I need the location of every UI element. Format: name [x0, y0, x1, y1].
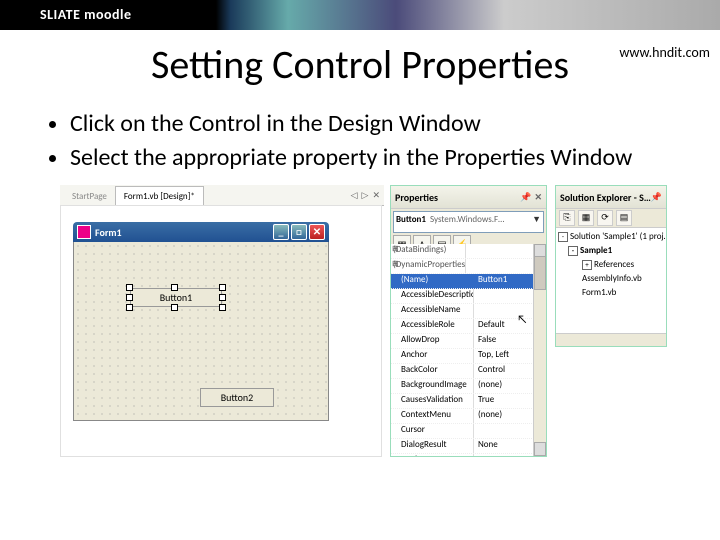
- slide-banner: SLIATE moodle: [0, 0, 720, 30]
- form-window-buttons: _ □ ✕: [273, 224, 325, 240]
- resize-handle[interactable]: [171, 304, 178, 311]
- resize-handle[interactable]: [219, 304, 226, 311]
- properties-scrollbar[interactable]: [533, 244, 546, 456]
- tree-solution[interactable]: -Solution 'Sample1' (1 proj…: [558, 230, 664, 244]
- close-icon[interactable]: ✕: [372, 190, 380, 201]
- tree-references[interactable]: +References: [558, 258, 664, 272]
- control-button2[interactable]: Button2: [200, 388, 274, 407]
- properties-panel: Properties 📌 ✕ Button1 System.Windows.F……: [390, 185, 547, 457]
- tab-startpage[interactable]: StartPage: [64, 187, 115, 205]
- solex-scrollbar[interactable]: [556, 333, 666, 346]
- solution-explorer-title: Solution Explorer - S… 📌 ✕: [556, 186, 666, 209]
- show-all-icon[interactable]: ▤: [616, 210, 632, 226]
- nav-prev-icon[interactable]: ◁: [351, 190, 358, 201]
- solex-title-text: Solution Explorer - S…: [560, 191, 651, 204]
- property-row[interactable]: AnchorTop, Left: [391, 349, 534, 364]
- refresh-icon[interactable]: ⟳: [597, 210, 613, 226]
- brand-logo: SLIATE moodle: [0, 0, 720, 29]
- scrollbar-thumb[interactable]: [534, 256, 546, 290]
- close-icon[interactable]: ✕: [665, 192, 667, 203]
- solution-explorer-panel: Solution Explorer - S… 📌 ✕ ⎘ ▦ ⟳ ▤ -Solu…: [555, 185, 667, 347]
- resize-handle[interactable]: [219, 294, 226, 301]
- form-body[interactable]: Button1 Button2: [73, 242, 329, 421]
- property-row[interactable]: DockNone: [391, 454, 534, 456]
- pin-icon[interactable]: 📌: [651, 192, 662, 203]
- control-selector[interactable]: Button1 System.Windows.F… ▼: [393, 211, 544, 233]
- property-row[interactable]: CausesValidationTrue: [391, 394, 534, 409]
- resize-handle[interactable]: [126, 284, 133, 291]
- form-title: Form1: [95, 226, 122, 239]
- design-surface[interactable]: Form1 _ □ ✕ Button1 Button2: [60, 205, 382, 457]
- category-databinding[interactable]: (DataBindings): [391, 244, 466, 258]
- ide-screenshot: StartPage Form1.vb [Design]* ◁ ▷ ✕ Form1…: [60, 185, 660, 465]
- instruction-list: Click on the Control in the Design Windo…: [30, 109, 690, 173]
- form-titlebar[interactable]: Form1 _ □ ✕: [73, 222, 329, 242]
- property-row[interactable]: AccessibleDescription: [391, 289, 534, 304]
- resize-handle[interactable]: [126, 294, 133, 301]
- tree-assemblyinfo[interactable]: AssemblyInfo.vb: [558, 272, 664, 286]
- form-icon: [77, 225, 91, 239]
- tab-form-design[interactable]: Form1.vb [Design]*: [115, 186, 204, 206]
- resize-handle[interactable]: [219, 284, 226, 291]
- property-row[interactable]: BackColorControl: [391, 364, 534, 379]
- resize-handle[interactable]: [126, 304, 133, 311]
- property-row-name[interactable]: (Name)Button1: [391, 274, 534, 289]
- properties-title-text: Properties: [395, 191, 438, 204]
- selected-control-type: System.Windows.F…: [430, 214, 532, 230]
- property-row[interactable]: AllowDropFalse: [391, 334, 534, 349]
- tabbar-nav-icons: ◁ ▷ ✕: [351, 190, 384, 201]
- property-row[interactable]: DialogResultNone: [391, 439, 534, 454]
- instruction-item: Select the appropriate property in the P…: [70, 143, 690, 173]
- property-row[interactable]: BackgroundImage(none): [391, 379, 534, 394]
- property-row[interactable]: AccessibleRoleDefault: [391, 319, 534, 334]
- view-code-icon[interactable]: ⎘: [559, 210, 575, 226]
- minimize-icon[interactable]: _: [273, 224, 289, 240]
- property-row[interactable]: ContextMenu(none): [391, 409, 534, 424]
- page-title: Setting Control Properties: [60, 40, 660, 89]
- dropdown-icon[interactable]: ▼: [532, 214, 541, 230]
- property-row[interactable]: AccessibleName: [391, 304, 534, 319]
- selected-control-name: Button1: [396, 214, 426, 230]
- source-url: www.hndit.com: [619, 44, 710, 61]
- pin-icon[interactable]: 📌: [520, 192, 531, 203]
- solution-tree[interactable]: -Solution 'Sample1' (1 proj… -Sample1 +R…: [556, 228, 666, 302]
- close-icon[interactable]: ✕: [534, 192, 542, 203]
- instruction-item: Click on the Control in the Design Windo…: [70, 109, 690, 139]
- form-window[interactable]: Form1 _ □ ✕ Button1 Button2: [73, 222, 329, 422]
- category-dynamic[interactable]: (DynamicProperties): [391, 259, 466, 273]
- nav-next-icon[interactable]: ▷: [362, 190, 369, 201]
- close-icon[interactable]: ✕: [309, 224, 325, 240]
- resize-handle[interactable]: [171, 284, 178, 291]
- property-row[interactable]: Cursor: [391, 424, 534, 439]
- maximize-icon[interactable]: □: [291, 224, 307, 240]
- properties-title: Properties 📌 ✕: [391, 186, 546, 209]
- view-designer-icon[interactable]: ▦: [578, 210, 594, 226]
- tree-project[interactable]: -Sample1: [558, 244, 664, 258]
- solex-toolbar: ⎘ ▦ ⟳ ▤: [556, 209, 666, 228]
- tree-form1[interactable]: Form1.vb: [558, 286, 664, 300]
- properties-grid[interactable]: (DataBindings) (DynamicProperties) (Name…: [391, 244, 546, 456]
- editor-tabbar: StartPage Form1.vb [Design]* ◁ ▷ ✕: [60, 185, 384, 206]
